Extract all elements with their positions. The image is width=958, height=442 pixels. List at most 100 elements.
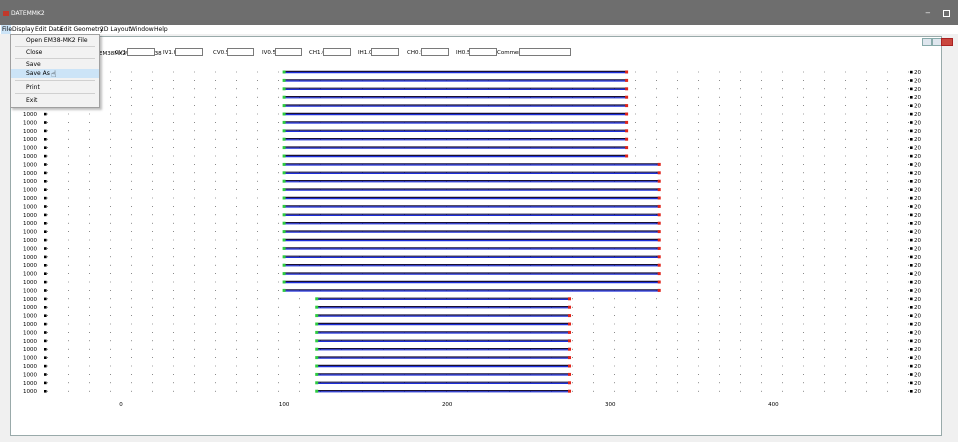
row-right-label: 20	[914, 154, 921, 160]
row-end-marker	[910, 180, 913, 183]
row-right-label: 20	[914, 364, 921, 370]
row-right-label: 20	[914, 230, 921, 236]
row-right-label: 20	[914, 381, 921, 387]
row-left-label: 1000	[23, 171, 37, 177]
row-left-label: 1000	[23, 389, 37, 395]
row-left-label: 1000	[23, 288, 37, 294]
row-left-label: 1000	[23, 204, 37, 210]
row-start-marker	[44, 247, 47, 250]
survey-end-point	[568, 356, 572, 360]
row-end-marker	[910, 163, 913, 166]
row-start-marker	[44, 230, 47, 233]
row-start-marker	[44, 205, 47, 208]
survey-start-point	[282, 230, 286, 234]
survey-start-point	[282, 188, 286, 192]
survey-end-point	[657, 272, 661, 276]
menu-item-print[interactable]: Print	[11, 83, 99, 92]
survey-start-point	[282, 146, 286, 150]
row-end-marker	[910, 306, 913, 309]
row-start-marker	[44, 289, 47, 292]
survey-end-point	[657, 280, 661, 284]
row-right-label: 20	[914, 95, 921, 101]
survey-start-point	[315, 314, 319, 318]
survey-end-point	[625, 112, 629, 116]
row-right-label: 20	[914, 120, 921, 126]
row-right-label: 20	[914, 272, 921, 278]
menu-separator	[15, 58, 95, 59]
survey-start-point	[315, 305, 319, 309]
survey-start-point	[282, 238, 286, 242]
row-end-marker	[910, 171, 913, 175]
x-tick-label: 0	[119, 402, 123, 408]
x-tick-label: 400	[768, 402, 779, 408]
row-end-marker	[910, 381, 913, 385]
row-start-marker	[44, 138, 47, 141]
row-left-label: 1000	[23, 188, 37, 194]
row-end-marker	[910, 280, 913, 284]
row-start-marker	[44, 255, 47, 259]
survey-end-point	[568, 297, 572, 301]
survey-start-point	[315, 381, 319, 385]
row-left-label: 1000	[23, 179, 37, 185]
row-start-marker	[44, 238, 47, 242]
survey-end-point	[568, 339, 572, 343]
menu-item-close[interactable]: Close	[11, 48, 99, 57]
row-right-label: 20	[914, 129, 921, 135]
row-end-marker	[910, 314, 913, 317]
survey-end-point	[568, 322, 572, 326]
menu-item-open-file[interactable]: Open EM38-MK2 File	[11, 36, 99, 45]
survey-end-point	[625, 104, 629, 108]
menu-item-exit[interactable]: Exit	[11, 96, 99, 105]
row-start-marker	[44, 356, 47, 359]
row-right-label: 20	[914, 87, 921, 93]
survey-start-point	[282, 196, 286, 200]
row-right-label: 20	[914, 255, 921, 261]
row-left-label: 1000	[23, 154, 37, 160]
row-left-label: 1000	[23, 322, 37, 328]
survey-end-point	[657, 263, 661, 267]
survey-end-point	[625, 120, 629, 124]
row-left-label: 1000	[23, 297, 37, 303]
row-start-marker	[44, 390, 47, 393]
row-end-marker	[910, 373, 913, 376]
survey-end-point	[657, 213, 661, 217]
row-end-marker	[910, 364, 913, 368]
survey-end-point	[568, 381, 572, 385]
row-start-marker	[44, 364, 47, 368]
survey-start-point	[282, 137, 286, 141]
row-right-label: 20	[914, 372, 921, 378]
row-right-label: 20	[914, 162, 921, 168]
row-left-label: 1000	[23, 330, 37, 336]
row-start-marker	[44, 196, 47, 200]
row-end-marker	[910, 247, 913, 250]
row-start-marker	[44, 188, 47, 191]
menu-item-save[interactable]: Save	[11, 60, 99, 69]
row-right-label: 20	[914, 188, 921, 194]
survey-start-point	[315, 364, 319, 368]
row-right-label: 20	[914, 246, 921, 252]
survey-start-point	[282, 87, 286, 91]
row-end-marker	[910, 230, 913, 233]
row-end-marker	[910, 322, 913, 326]
survey-start-point	[282, 112, 286, 116]
row-end-marker	[910, 188, 913, 191]
row-start-marker	[44, 213, 47, 217]
row-right-label: 20	[914, 280, 921, 286]
survey-start-point	[282, 179, 286, 183]
row-left-label: 1000	[23, 112, 37, 118]
row-right-label: 20	[914, 330, 921, 336]
row-start-marker	[44, 163, 47, 166]
survey-end-point	[625, 154, 629, 158]
survey-end-point	[657, 196, 661, 200]
row-left-label: 1000	[23, 381, 37, 387]
row-start-marker	[44, 272, 47, 275]
row-left-label: 1000	[23, 137, 37, 143]
row-left-label: 1000	[23, 263, 37, 269]
row-left-label: 1000	[23, 280, 37, 286]
survey-end-point	[657, 221, 661, 225]
survey-start-point	[282, 129, 286, 133]
row-right-label: 20	[914, 78, 921, 84]
row-end-marker	[910, 272, 913, 275]
row-left-label: 1000	[23, 196, 37, 202]
row-left-label: 1000	[23, 339, 37, 345]
